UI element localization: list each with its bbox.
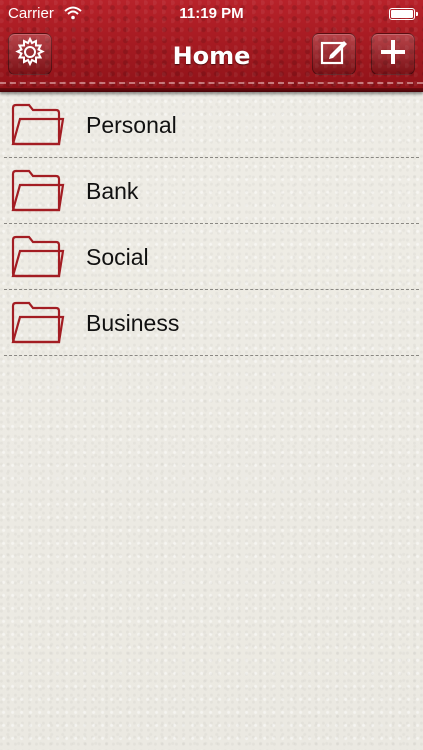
navigation-bar: Carrier 11:19 PM Home [0, 0, 423, 92]
add-button[interactable] [371, 33, 415, 75]
folder-icon [10, 102, 66, 148]
folder-label: Business [86, 310, 180, 336]
list-item[interactable]: Bank [4, 158, 419, 224]
battery-icon [389, 8, 418, 20]
header-stitching [0, 82, 423, 84]
folder-icon [10, 234, 66, 280]
compose-icon [319, 37, 349, 72]
plus-icon [379, 38, 407, 71]
status-bar: Carrier 11:19 PM [0, 0, 423, 28]
clock: 11:19 PM [179, 5, 244, 22]
list-item[interactable]: Personal [4, 92, 419, 158]
folder-label: Social [86, 244, 149, 270]
folder-list: Personal Bank Social Business [0, 92, 423, 356]
folder-label: Bank [86, 178, 139, 204]
folder-icon [10, 168, 66, 214]
folder-label: Personal [86, 112, 177, 138]
list-item[interactable]: Social [4, 224, 419, 290]
folder-icon [10, 300, 66, 346]
list-item[interactable]: Business [4, 290, 419, 356]
edit-button[interactable] [312, 33, 356, 75]
page-title: Home [172, 42, 251, 70]
